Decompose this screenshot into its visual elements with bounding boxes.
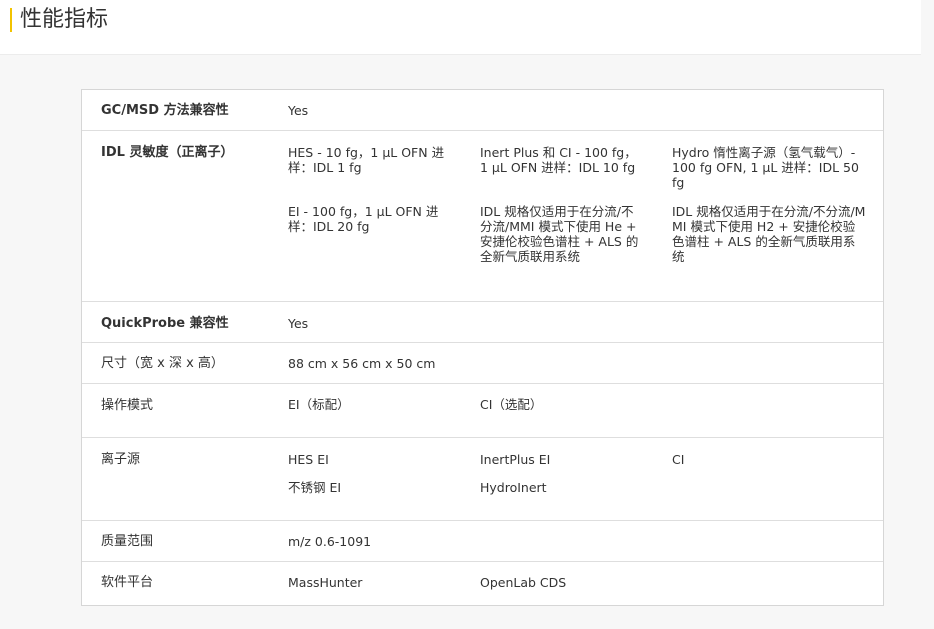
cell-value: 88 cm x 56 cm x 50 cm: [288, 356, 436, 371]
cell-value: EI - 100 fg，1 µL OFN 进样：IDL 20 fg: [288, 204, 439, 234]
row-label: QuickProbe 兼容性: [101, 316, 229, 331]
page-header: 性能指标: [0, 0, 921, 55]
row-label: GC/MSD 方法兼容性: [101, 103, 229, 118]
cell-value: Inert Plus 和 CI - 100 fg，1 µL OFN 进样：IDL…: [480, 145, 637, 175]
cell-value: InertPlus EI: [480, 452, 551, 467]
page-title: 性能指标: [20, 7, 109, 32]
title-accent-bar: [10, 8, 12, 32]
row-label: 软件平台: [101, 575, 154, 590]
row-label: 操作模式: [101, 398, 154, 413]
cell-value: CI: [672, 452, 685, 467]
cell-value: HES EI: [288, 452, 329, 467]
spec-table: GC/MSD 方法兼容性 Yes IDL 灵敏度（正离子） HES - 10 f…: [81, 89, 884, 606]
spec-row-idl: IDL 灵敏度（正离子） HES - 10 fg，1 µL OFN 进样：IDL…: [82, 130, 883, 301]
spec-row-ion-source: 离子源 HES EI InertPlus EI CI 不锈钢 EI HydroI…: [82, 437, 883, 520]
cell-value: MassHunter: [288, 575, 363, 590]
spec-row-quickprobe: QuickProbe 兼容性 Yes: [82, 301, 883, 342]
cell-value: HES - 10 fg，1 µL OFN 进样：IDL 1 fg: [288, 145, 445, 175]
row-label: 离子源: [101, 452, 141, 467]
cell-value: Yes: [288, 316, 309, 331]
row-label: 尺寸（宽 x 深 x 高）: [101, 356, 224, 371]
spec-row-mass-range: 质量范围 m/z 0.6-1091: [82, 520, 883, 561]
cell-note: IDL 规格仅适用于在分流/不分流/MMI 模式下使用 H2 + 安捷伦校验色谱…: [672, 204, 866, 264]
spec-row-operation-mode: 操作模式 EI（标配） CI（选配）: [82, 383, 883, 437]
cell-value: EI（标配）: [288, 397, 350, 412]
cell-value: 不锈钢 EI: [288, 480, 342, 495]
cell-value: HydroInert: [480, 480, 547, 495]
row-label: 质量范围: [101, 534, 154, 549]
cell-value: m/z 0.6-1091: [288, 534, 372, 549]
cell-value: Hydro 惰性离子源（氢气载气）- 100 fg OFN, 1 µL 进样：I…: [672, 145, 859, 190]
cell-value: CI（选配）: [480, 397, 543, 412]
spec-row-dimensions: 尺寸（宽 x 深 x 高） 88 cm x 56 cm x 50 cm: [82, 342, 883, 383]
spec-row-software-platform: 软件平台 MassHunter OpenLab CDS: [82, 561, 883, 605]
cell-value: Yes: [288, 103, 309, 118]
cell-value: OpenLab CDS: [480, 575, 567, 590]
spec-row-gcmsd: GC/MSD 方法兼容性 Yes: [82, 90, 883, 130]
cell-note: IDL 规格仅适用于在分流/不分流/MMI 模式下使用 He + 安捷伦校验色谱…: [480, 204, 639, 264]
row-label: IDL 灵敏度（正离子）: [101, 145, 234, 160]
